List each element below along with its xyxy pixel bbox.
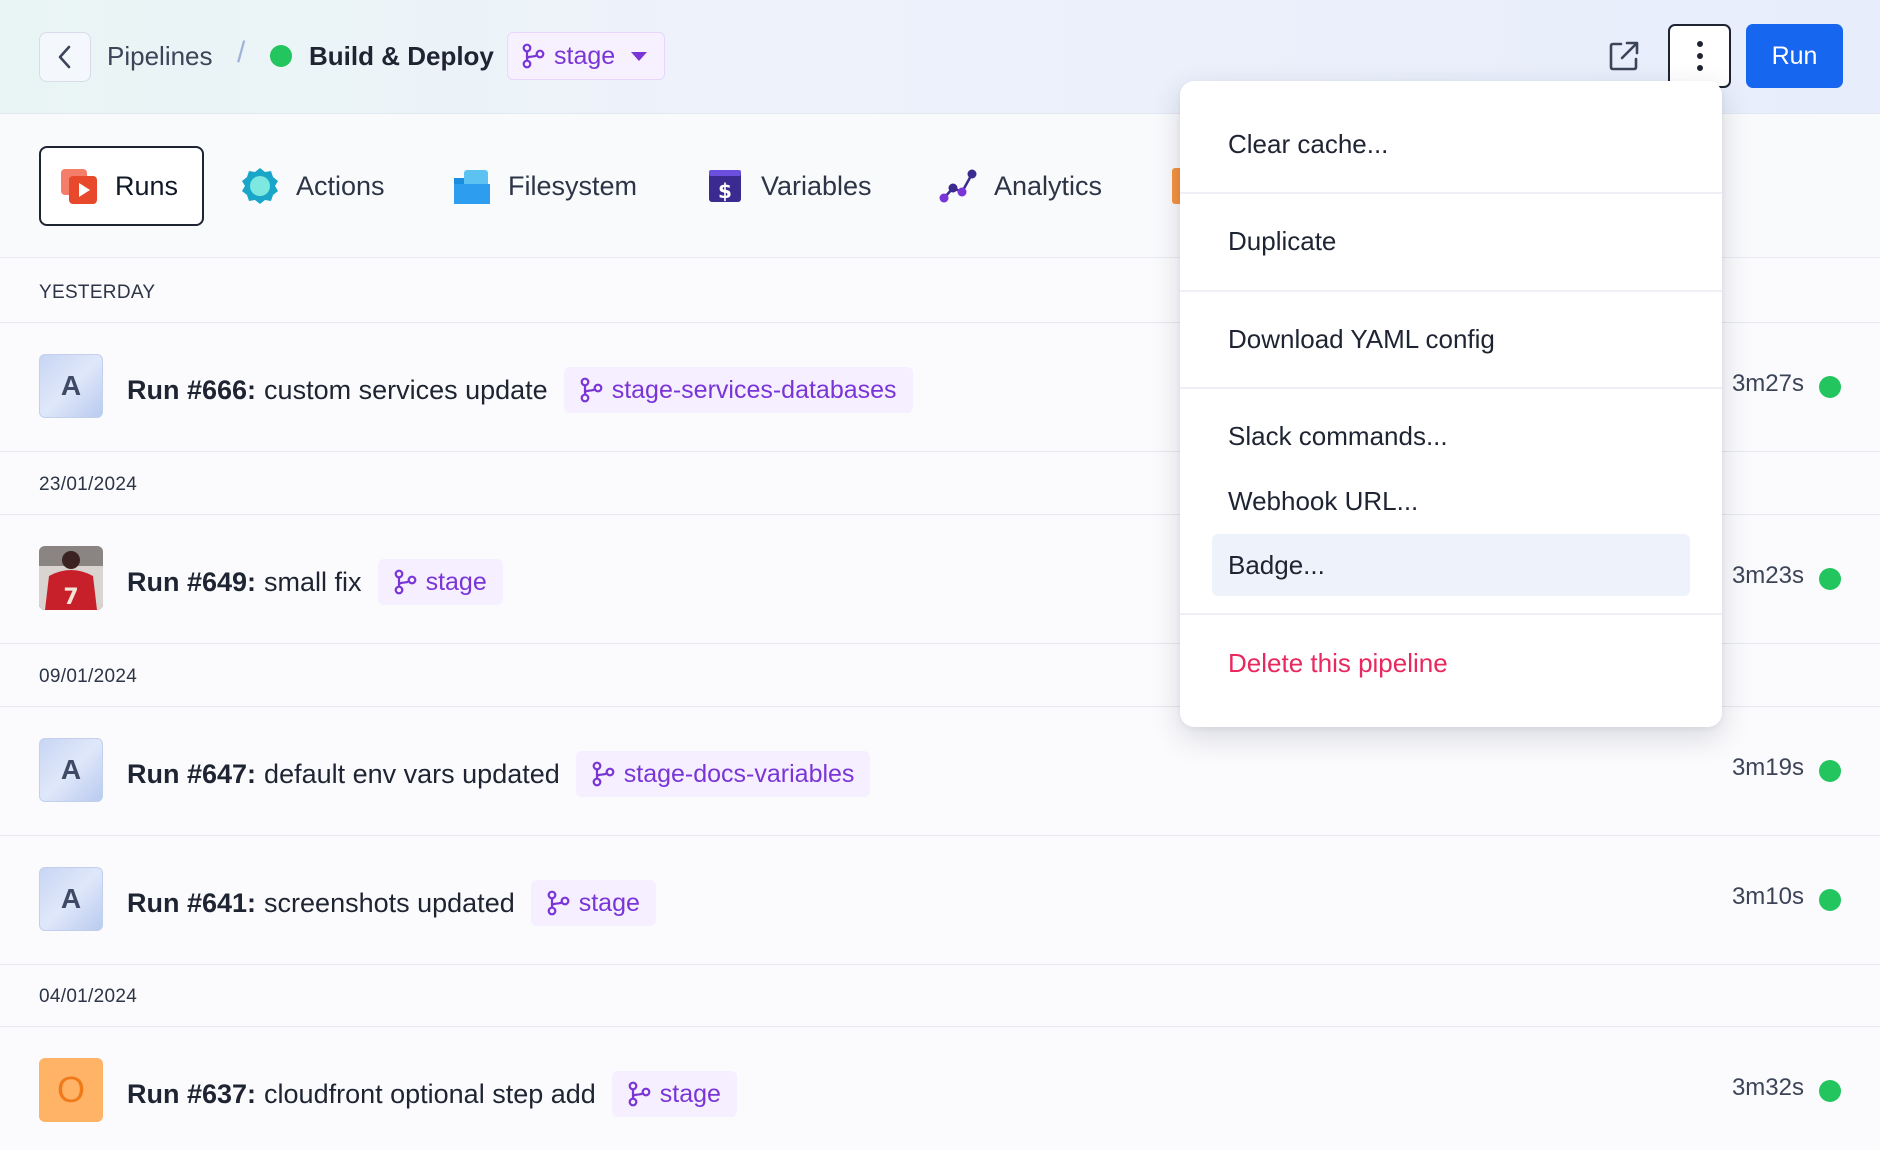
svg-text:7: 7 xyxy=(63,585,78,610)
variables-icon: $ xyxy=(709,170,741,203)
section-label-date: 09/01/2024 xyxy=(39,666,138,687)
menu-item-badge[interactable]: Badge... xyxy=(1212,534,1690,596)
section-label-date: 23/01/2024 xyxy=(39,474,138,495)
status-success-dot xyxy=(1819,760,1841,782)
branch-tag[interactable]: stage-services-databases xyxy=(563,367,913,413)
run-title: Run #649: small fix stage xyxy=(127,559,503,605)
run-number: Run #641: xyxy=(127,887,257,918)
branch-tag-label: stage-docs-variables xyxy=(623,759,855,788)
run-message: screenshots updated xyxy=(264,887,515,918)
menu-separator xyxy=(1180,290,1722,292)
run-message: small fix xyxy=(264,566,362,597)
status-success-dot xyxy=(1819,1080,1841,1102)
status-success-dot xyxy=(1819,376,1841,398)
menu-separator xyxy=(1180,387,1722,389)
back-button[interactable] xyxy=(39,32,91,82)
avatar-photo: 7 xyxy=(39,546,103,610)
menu-item-duplicate[interactable]: Duplicate xyxy=(1212,210,1690,272)
more-options-button[interactable] xyxy=(1668,24,1731,88)
branch-tag[interactable]: stage xyxy=(377,559,503,605)
run-message: default env vars updated xyxy=(264,758,560,789)
menu-separator xyxy=(1180,613,1722,615)
avatar: A xyxy=(39,354,103,418)
menu-item-delete-pipeline[interactable]: Delete this pipeline xyxy=(1212,632,1690,694)
tab-filesystem[interactable]: Filesystem xyxy=(452,146,637,226)
run-title: Run #637: cloudfront optional step add s… xyxy=(127,1071,737,1117)
tab-runs-label: Runs xyxy=(115,170,179,201)
menu-separator xyxy=(1180,192,1722,194)
run-number: Run #647: xyxy=(127,758,257,789)
tab-filesystem-label: Filesystem xyxy=(508,170,638,201)
run-duration: 3m32s xyxy=(1731,1074,1804,1101)
tab-variables[interactable]: $ Variables xyxy=(705,146,872,226)
run-title: Run #647: default env vars updated stage… xyxy=(127,751,871,797)
tab-actions-label: Actions xyxy=(296,170,385,201)
section-label-yesterday: YESTERDAY xyxy=(39,282,156,303)
branch-icon xyxy=(522,43,545,69)
run-message: cloudfront optional step add xyxy=(264,1078,596,1109)
run-duration: 3m23s xyxy=(1731,562,1804,589)
tab-runs[interactable]: Runs xyxy=(39,146,205,226)
run-row-641[interactable]: A Run #641: screenshots updated stage 3m… xyxy=(0,836,1880,964)
branch-icon xyxy=(547,890,570,916)
more-vertical-icon xyxy=(1696,41,1703,71)
branch-tag-label: stage-services-databases xyxy=(611,375,897,404)
chevron-left-icon xyxy=(58,45,71,69)
open-external-button[interactable] xyxy=(1604,36,1644,76)
avatar: A xyxy=(39,867,103,931)
status-success-dot xyxy=(1819,889,1841,911)
branch-tag-label: stage xyxy=(425,567,487,596)
tab-analytics[interactable]: Analytics xyxy=(938,146,1102,226)
menu-item-download-yaml[interactable]: Download YAML config xyxy=(1212,308,1690,370)
svg-text:$: $ xyxy=(718,179,732,203)
avatar: O xyxy=(39,1058,103,1122)
branch-tag[interactable]: stage-docs-variables xyxy=(575,751,871,797)
status-success-dot xyxy=(1819,568,1841,590)
caret-down-icon xyxy=(631,51,648,61)
run-duration: 3m10s xyxy=(1731,883,1804,910)
external-link-icon xyxy=(1609,41,1639,71)
branch-tag[interactable]: stage xyxy=(530,880,656,926)
branch-icon xyxy=(592,761,615,787)
run-button[interactable]: Run xyxy=(1746,24,1843,88)
user-photo-icon: 7 xyxy=(39,546,103,610)
tab-variables-label: Variables xyxy=(761,170,872,201)
pipeline-status-dot xyxy=(270,45,292,67)
pipeline-name: Build & Deploy xyxy=(309,41,494,71)
branch-icon xyxy=(628,1081,651,1107)
run-number: Run #649: xyxy=(127,566,257,597)
tab-analytics-label: Analytics xyxy=(994,170,1103,201)
run-duration: 3m19s xyxy=(1731,754,1804,781)
branch-tag-label: stage xyxy=(578,888,640,917)
branch-icon xyxy=(394,569,416,595)
branch-selector-label: stage xyxy=(554,41,616,70)
tab-actions[interactable]: Actions xyxy=(240,146,385,226)
analytics-icon xyxy=(939,169,977,203)
menu-item-clear-cache[interactable]: Clear cache... xyxy=(1212,113,1690,175)
branch-tag-label: stage xyxy=(659,1079,721,1108)
pipeline-options-menu: Clear cache... Duplicate Download YAML c… xyxy=(1180,81,1722,727)
run-number: Run #637: xyxy=(127,1078,257,1109)
actions-icon xyxy=(242,168,278,204)
branch-icon xyxy=(580,377,603,403)
filesystem-icon xyxy=(454,170,490,204)
branch-tag[interactable]: stage xyxy=(611,1071,737,1117)
menu-item-slack-commands[interactable]: Slack commands... xyxy=(1212,405,1690,467)
breadcrumb-pipelines-link[interactable]: Pipelines xyxy=(107,38,213,74)
breadcrumb-separator: / xyxy=(237,36,246,69)
branch-selector[interactable]: stage xyxy=(507,32,665,80)
divider xyxy=(0,964,1880,965)
run-title: Run #666: custom services update stage-s… xyxy=(127,367,913,413)
runs-icon xyxy=(61,169,97,204)
run-duration: 3m27s xyxy=(1731,370,1804,397)
run-title: Run #641: screenshots updated stage xyxy=(127,880,656,926)
section-label-date: 04/01/2024 xyxy=(39,986,138,1007)
avatar: A xyxy=(39,738,103,802)
menu-item-webhook-url[interactable]: Webhook URL... xyxy=(1212,470,1690,532)
run-number: Run #666: xyxy=(127,374,257,405)
run-row-637[interactable]: O Run #637: cloudfront optional step add… xyxy=(0,1027,1880,1150)
run-message: custom services update xyxy=(264,374,548,405)
